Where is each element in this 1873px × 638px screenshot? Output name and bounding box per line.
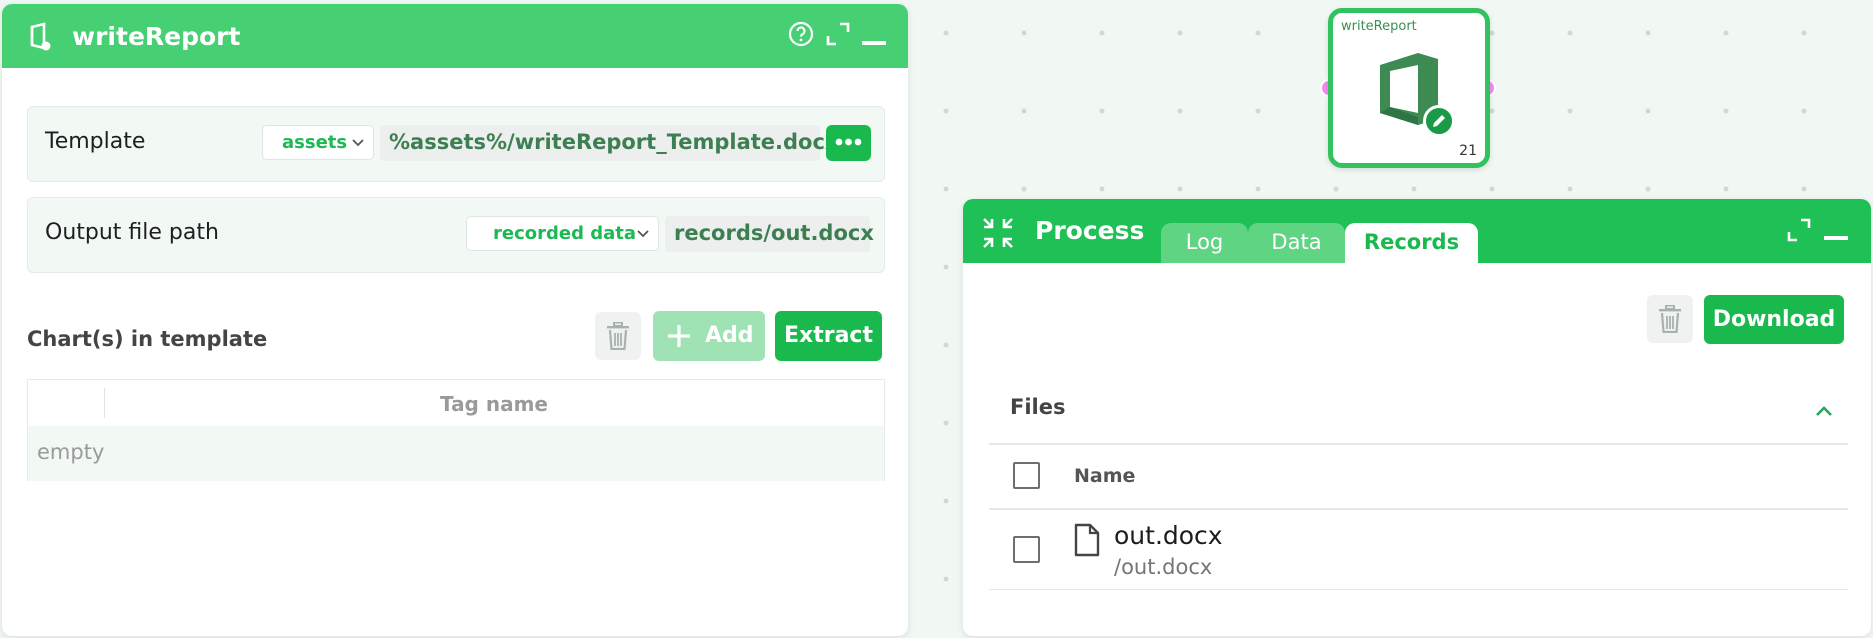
output-source-select[interactable]: recorded data (466, 216, 659, 251)
tab-records[interactable]: Records (1345, 223, 1478, 263)
chevron-up-icon[interactable] (1815, 402, 1833, 421)
name-column-header[interactable]: Name (1074, 465, 1135, 487)
node-title: writeReport (1341, 19, 1417, 34)
panel-title: writeReport (72, 22, 241, 51)
process-header: Process Log Data Records (963, 199, 1871, 263)
minimize-icon[interactable] (1824, 227, 1848, 246)
template-row: Template assets %assets%/writeReport_Tem… (27, 106, 885, 182)
template-path-field[interactable]: %assets%/writeReport_Template.docx (380, 125, 838, 161)
output-path-label: Output file path (45, 220, 219, 245)
tab-data[interactable]: Data (1248, 223, 1345, 263)
file-path: /out.docx (1114, 555, 1213, 579)
tab-log[interactable]: Log (1161, 223, 1248, 263)
pencil-icon (1433, 115, 1445, 127)
process-panel: Process Log Data Records Download Files … (963, 199, 1871, 636)
node-badge: 21 (1459, 143, 1477, 159)
files-section-title: Files (1010, 395, 1066, 419)
download-button[interactable]: Download (1704, 295, 1844, 344)
charts-table: Tag name empty (27, 379, 885, 481)
browse-template-button[interactable] (826, 125, 871, 161)
file-icon (1073, 523, 1101, 561)
output-path-field[interactable]: records/out.docx (665, 216, 874, 252)
trash-icon (1659, 305, 1681, 333)
trash-icon (607, 322, 629, 350)
help-icon[interactable] (788, 21, 814, 51)
plus-icon (668, 325, 690, 347)
expand-icon[interactable] (825, 21, 851, 51)
office-icon (24, 22, 54, 56)
delete-records-button[interactable] (1647, 295, 1693, 343)
table-row: empty (28, 426, 884, 481)
process-title: Process (1035, 216, 1145, 245)
empty-placeholder: empty (37, 440, 105, 464)
write-report-panel: writeReport Template assets %assets%/wri… (2, 4, 908, 636)
template-source-select[interactable]: assets (262, 125, 374, 160)
collapse-arrows-icon (982, 217, 1014, 253)
add-chart-button[interactable]: Add (653, 311, 765, 361)
more-dots-icon (835, 138, 862, 146)
select-all-checkbox[interactable] (1013, 462, 1040, 489)
chevron-down-icon (351, 134, 365, 155)
template-label: Template (45, 129, 146, 154)
panel-header: writeReport (2, 4, 908, 68)
extract-button[interactable]: Extract (775, 311, 882, 361)
chevron-down-icon (636, 225, 650, 246)
write-report-node[interactable]: writeReport 21 (1328, 8, 1490, 168)
output-path-row: Output file path recorded data records/o… (27, 197, 885, 273)
minimize-icon[interactable] (862, 32, 886, 51)
table-header: Tag name (28, 380, 884, 426)
expand-icon[interactable] (1786, 217, 1812, 247)
delete-chart-button[interactable] (595, 312, 641, 360)
charts-section-title: Chart(s) in template (27, 327, 268, 351)
tag-name-column-header[interactable]: Tag name (104, 392, 884, 416)
row-checkbox[interactable] (1013, 536, 1040, 563)
file-name[interactable]: out.docx (1114, 521, 1223, 550)
edit-node-button[interactable] (1423, 105, 1455, 137)
